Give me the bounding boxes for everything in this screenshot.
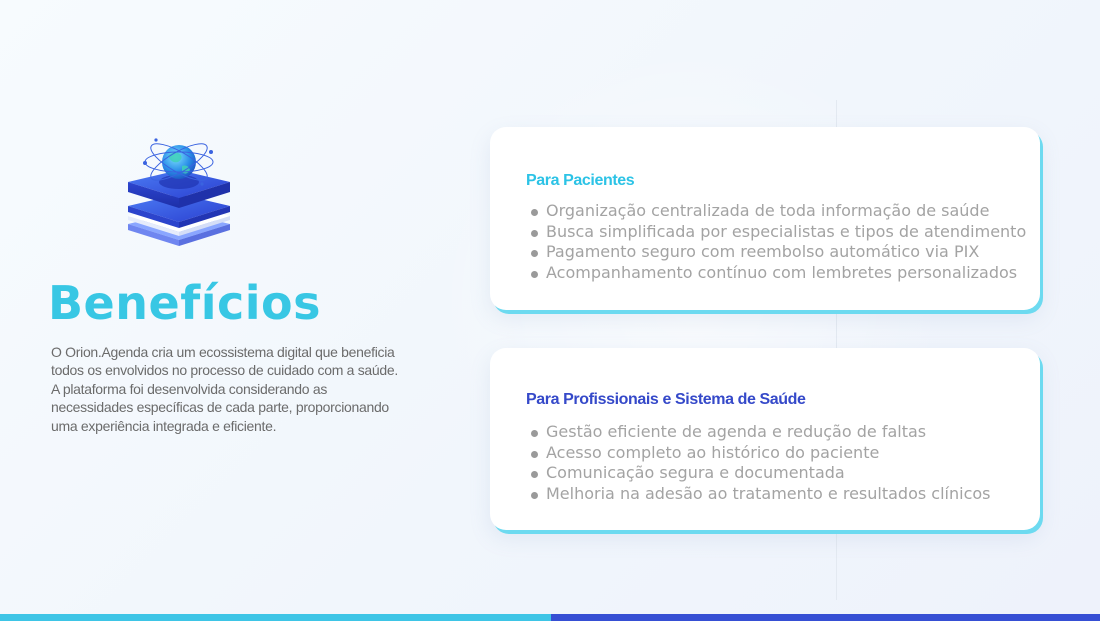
list-item: Pagamento seguro com reembolso automátic… (530, 242, 1026, 263)
bullet-icon (531, 270, 538, 278)
footer-bar-cyan (0, 614, 551, 621)
globe-stack-icon (118, 132, 240, 254)
list-item: Melhoria na adesão ao tratamento e resul… (530, 484, 990, 505)
list-item: Acompanhamento contínuo com lembretes pe… (530, 263, 1026, 284)
footer-bar-blue (551, 614, 1100, 621)
list-item-text: Acesso completo ao histórico do paciente (546, 442, 880, 462)
list-item: Busca simplificada por especialistas e t… (530, 222, 1026, 243)
bullet-icon (531, 250, 538, 257)
list-item-text: Pagamento seguro com reembolso automátic… (546, 242, 980, 261)
list-item-text: Busca simplificada por especialistas e t… (546, 221, 1027, 241)
list-item-text: Comunicação segura e documentada (546, 463, 845, 482)
list-item-text: Acompanhamento contínuo com lembretes pe… (546, 262, 1018, 282)
bullet-icon (531, 450, 538, 458)
bullet-icon (531, 209, 538, 216)
professionals-card: Para Profissionais e Sistema de Saúde Ge… (490, 348, 1040, 530)
list-item-text: Gestão eficiente de agenda e redução de … (546, 422, 927, 441)
benefit-list: Gestão eficiente de agenda e redução de … (530, 422, 990, 504)
patients-card: Para Pacientes Organização centralizada … (490, 127, 1040, 310)
list-item: Organização centralizada de toda informa… (530, 201, 1026, 222)
card-title: Para Pacientes (526, 172, 635, 189)
benefit-list: Organização centralizada de toda informa… (530, 201, 1026, 283)
list-item-text: Melhoria na adesão ao tratamento e resul… (546, 483, 991, 503)
bullet-icon (531, 430, 538, 437)
list-item: Gestão eficiente de agenda e redução de … (530, 422, 990, 443)
list-item-text: Organização centralizada de toda informa… (546, 201, 990, 220)
description-text: O Orion.Agenda cria um ecossistema digit… (51, 344, 398, 434)
bullet-icon (531, 471, 538, 478)
page-title: Benefícios (48, 276, 322, 330)
bullet-icon (531, 491, 538, 499)
card-title: Para Profissionais e Sistema de Saúde (526, 391, 806, 408)
list-item: Acesso completo ao histórico do paciente (530, 443, 990, 464)
list-item: Comunicação segura e documentada (530, 463, 990, 484)
bullet-icon (531, 229, 538, 237)
